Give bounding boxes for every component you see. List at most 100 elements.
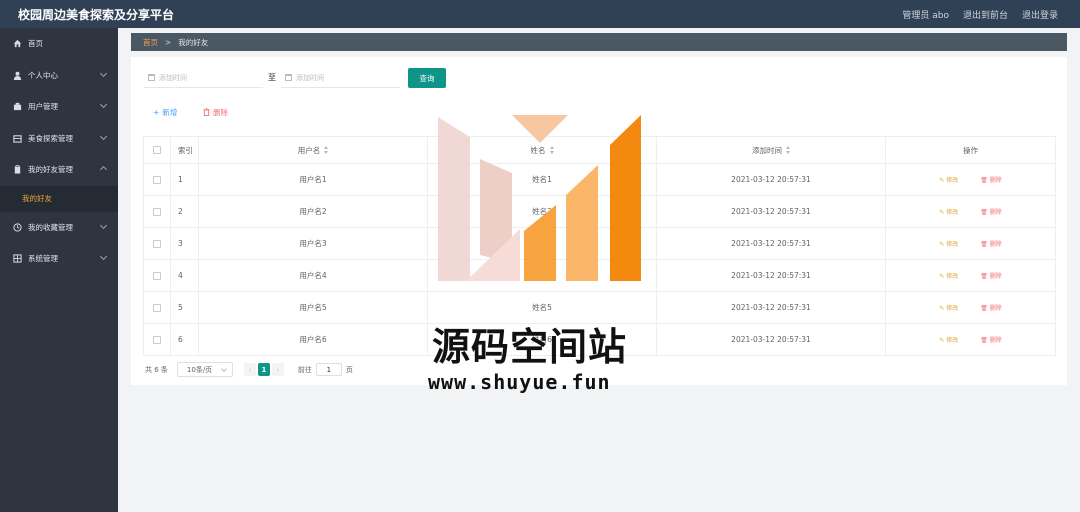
sidebar-item-label: 首页: [28, 39, 43, 49]
row-time: 2021-03-12 20:57:31: [657, 164, 886, 195]
delete-button[interactable]: 🗑 删除: [980, 239, 1002, 248]
calendar-icon: [148, 74, 155, 81]
delete-label: 删除: [989, 305, 1002, 312]
edit-label: 修改: [946, 337, 959, 344]
row-checkbox-cell: [144, 196, 171, 227]
sidebar-item-label: 用户管理: [28, 102, 58, 112]
admin-user-link[interactable]: 管理员 abo: [902, 8, 949, 21]
next-page-button[interactable]: ›: [271, 363, 284, 376]
chevron-down-icon: [99, 69, 108, 77]
page-unit-label: 页: [345, 365, 353, 374]
start-date-input[interactable]: 添加时间: [144, 68, 263, 88]
sidebar-item-user-management[interactable]: 用户管理: [0, 91, 118, 123]
row-checkbox[interactable]: [153, 271, 161, 280]
goto-page-input[interactable]: 1: [315, 363, 342, 376]
edit-button[interactable]: ✎ 修改: [939, 303, 958, 312]
table-header: 索引 用户名 姓名 添加时间 操作: [144, 137, 1055, 164]
delete-label: 删除: [989, 209, 1002, 216]
total-count: 共 6 条: [145, 365, 168, 374]
row-username: 用户名3: [199, 228, 428, 259]
sort-icon[interactable]: [324, 146, 329, 154]
sidebar-item-system-management[interactable]: 系统管理: [0, 243, 118, 275]
sort-icon[interactable]: [549, 146, 554, 154]
column-name[interactable]: 姓名: [428, 137, 657, 163]
page-size-select[interactable]: 10条/页: [176, 362, 233, 377]
breadcrumb-home[interactable]: 首页: [143, 37, 158, 48]
edit-button[interactable]: ✎ 修改: [939, 239, 958, 248]
row-checkbox[interactable]: [153, 335, 161, 344]
sidebar-subitem-my-friends[interactable]: 我的好友: [0, 185, 118, 212]
row-ops: ✎ 修改 🗑 删除: [886, 228, 1055, 259]
column-ops: 操作: [963, 145, 978, 155]
clock-icon: [13, 223, 22, 232]
sidebar-item-friends-management[interactable]: 我的好友管理: [0, 154, 118, 186]
row-name: 姓名1: [428, 164, 657, 195]
delete-label: 删除: [989, 337, 1002, 344]
delete-button[interactable]: 🗑 删除: [980, 207, 1002, 216]
edit-button[interactable]: ✎ 修改: [939, 271, 958, 280]
row-username: 用户名2: [199, 196, 428, 227]
delete-button[interactable]: 🗑 删除: [980, 175, 1002, 184]
row-name: 姓名4: [428, 260, 657, 291]
delete-label: 删除: [989, 177, 1002, 184]
edit-label: 修改: [946, 305, 959, 312]
exit-to-frontend-link[interactable]: 退出到前台: [963, 8, 1008, 21]
sidebar-item-food-explore-management[interactable]: 美食探索管理: [0, 123, 118, 155]
calendar-icon: [285, 74, 292, 81]
breadcrumb: 首页 > 我的好友: [131, 33, 1067, 51]
start-date-placeholder: 添加时间: [159, 73, 187, 82]
sidebar: 首页 个人中心 用户管理 美食探索管理 我的好友管理 我的好友 我的收藏管理 系…: [0, 28, 118, 512]
batch-delete-button[interactable]: 删除: [203, 107, 228, 118]
prev-page-button[interactable]: ‹: [243, 363, 256, 376]
end-date-input[interactable]: 添加时间: [281, 68, 400, 88]
column-username[interactable]: 用户名: [199, 137, 428, 163]
watermark-title: 源码空间站: [432, 325, 628, 369]
sidebar-item-personal-center[interactable]: 个人中心: [0, 60, 118, 92]
row-username: 用户名1: [199, 164, 428, 195]
row-index: 3: [171, 228, 199, 259]
row-checkbox[interactable]: [153, 207, 161, 216]
edit-button[interactable]: ✎ 修改: [939, 175, 958, 184]
edit-button[interactable]: ✎ 修改: [939, 207, 958, 216]
column-time[interactable]: 添加时间: [657, 137, 886, 163]
sidebar-item-label: 我的收藏管理: [28, 222, 73, 232]
delete-button[interactable]: 🗑 删除: [980, 303, 1002, 312]
trash-icon: 🗑: [980, 273, 990, 280]
breadcrumb-separator: >: [165, 37, 172, 47]
sidebar-subitem-label: 我的好友: [22, 194, 52, 203]
chevron-down-icon: [99, 100, 108, 109]
row-ops: ✎ 修改 🗑 删除: [886, 324, 1055, 355]
row-checkbox[interactable]: [153, 303, 161, 312]
sidebar-item-home[interactable]: 首页: [0, 28, 118, 60]
select-all-checkbox[interactable]: [153, 146, 161, 154]
edit-label: 修改: [946, 273, 959, 280]
edit-button[interactable]: ✎ 修改: [939, 335, 958, 344]
sidebar-item-label: 美食探索管理: [28, 133, 73, 143]
page-number-button[interactable]: 1: [257, 363, 270, 376]
add-button[interactable]: + 新增: [153, 107, 177, 118]
query-button[interactable]: 查询: [408, 68, 446, 88]
table-row: 1 用户名1 姓名1 2021-03-12 20:57:31 ✎ 修改 🗑 删除: [144, 164, 1055, 196]
delete-button[interactable]: 🗑 删除: [980, 271, 1002, 280]
row-name: 姓名3: [428, 228, 657, 259]
top-header: 校园周边美食探索及分享平台 管理员 abo 退出到前台 退出登录: [0, 0, 1080, 28]
table-icon: [13, 254, 22, 263]
user-icon: [13, 71, 22, 80]
row-checkbox[interactable]: [153, 239, 161, 248]
date-range-separator: 至: [268, 73, 276, 82]
row-checkbox-cell: [144, 228, 171, 259]
row-username: 用户名6: [199, 324, 428, 355]
watermark-url: www.shuyue.fun: [428, 370, 611, 394]
sidebar-item-favorites-management[interactable]: 我的收藏管理: [0, 212, 118, 244]
sort-icon[interactable]: [786, 146, 790, 154]
header-checkbox-cell: [144, 137, 171, 163]
trash-icon: 🗑: [980, 177, 990, 184]
home-icon: [13, 39, 22, 48]
goto-label: 前往: [297, 365, 312, 374]
logout-link[interactable]: 退出登录: [1022, 8, 1058, 21]
sidebar-item-label: 个人中心: [28, 70, 58, 80]
row-checkbox[interactable]: [153, 175, 161, 184]
row-time: 2021-03-12 20:57:31: [657, 324, 886, 355]
delete-button[interactable]: 🗑 删除: [980, 335, 1002, 344]
chevron-up-icon: [99, 165, 108, 174]
